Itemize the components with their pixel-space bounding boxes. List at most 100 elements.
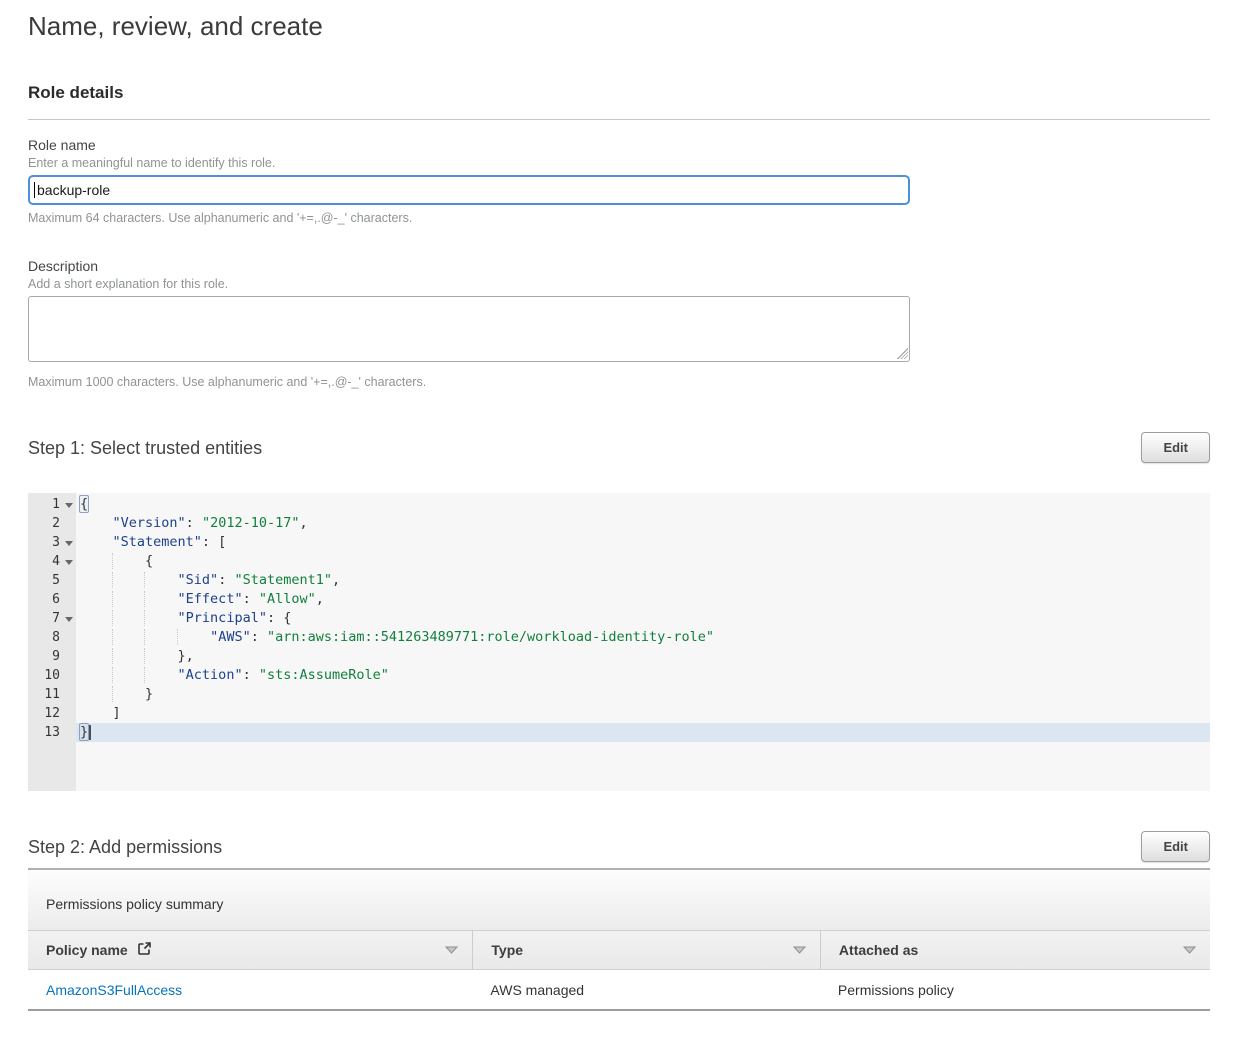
code-token: : <box>218 572 234 588</box>
code-line: "Action": "sts:AssumeRole" <box>76 666 1210 685</box>
role-details-section: Role details Role name Enter a meaningfu… <box>28 82 1210 390</box>
indent-guide <box>144 610 178 626</box>
fold-arrow-icon[interactable] <box>65 560 73 565</box>
role-name-input-wrap <box>28 175 910 205</box>
indent-guide <box>112 667 146 683</box>
step1-edit-button[interactable]: Edit <box>1141 432 1210 463</box>
code-token: "Action" <box>178 667 243 683</box>
code-token: "Effect" <box>178 591 243 607</box>
trust-policy-editor[interactable]: 12345678910111213 { "Version": "2012-10-… <box>28 493 1210 791</box>
code-line: "Statement": [ <box>76 533 1210 552</box>
step2-heading: Step 2: Add permissions <box>28 836 222 858</box>
indent-guide <box>112 648 146 664</box>
code-token: "2012-10-17" <box>202 515 300 531</box>
resize-handle-icon[interactable] <box>897 348 908 359</box>
code-token: : <box>186 515 202 531</box>
description-help: Add a short explanation for this role. <box>28 277 1210 292</box>
indent <box>80 667 113 683</box>
line-number: 6 <box>28 590 76 609</box>
code-line: } <box>76 723 1210 742</box>
line-number-text: 6 <box>52 592 60 607</box>
line-number: 4 <box>28 552 76 571</box>
code-line: "AWS": "arn:aws:iam::541263489771:role/w… <box>76 628 1210 647</box>
code-token: "Statement1" <box>234 572 332 588</box>
indent-guide <box>144 591 178 607</box>
column-header-policy-name: Policy name <box>28 931 472 969</box>
code-token: } <box>145 686 153 702</box>
code-token: : { <box>267 610 291 626</box>
permissions-summary-panel: Permissions policy summary <box>28 868 1210 930</box>
line-number-text: 2 <box>52 516 60 531</box>
line-number-text: 1 <box>52 497 60 512</box>
indent-guide <box>112 591 146 607</box>
column-header-attached-as: Attached as <box>820 931 1210 969</box>
code-token: , <box>332 572 340 588</box>
filter-dropdown-icon[interactable] <box>793 946 806 954</box>
indent <box>80 648 113 664</box>
code-line: }, <box>76 647 1210 666</box>
description-label: Description <box>28 258 1210 275</box>
code-token: , <box>299 515 307 531</box>
description-textarea[interactable] <box>28 296 910 362</box>
editor-code[interactable]: { "Version": "2012-10-17", "Statement": … <box>76 493 1210 791</box>
indent-guide <box>112 553 146 569</box>
line-number: 8 <box>28 628 76 647</box>
step2-edit-button[interactable]: Edit <box>1141 831 1210 862</box>
name-review-create-page: Name, review, and create Role details Ro… <box>0 8 1242 1035</box>
indent-guide <box>112 610 146 626</box>
line-number-text: 11 <box>44 687 60 702</box>
indent <box>80 705 113 721</box>
permissions-policy-table: Policy nameTypeAttached as AmazonS3FullA… <box>28 930 1210 1011</box>
code-token: { <box>145 553 153 569</box>
line-number: 11 <box>28 685 76 704</box>
fold-arrow-icon[interactable] <box>65 541 73 546</box>
line-number-text: 3 <box>52 535 60 550</box>
code-token: ] <box>113 705 121 721</box>
code-line: "Principal": { <box>76 609 1210 628</box>
code-token: : <box>251 629 267 645</box>
filter-dropdown-icon[interactable] <box>1183 946 1196 954</box>
line-number-text: 9 <box>52 649 60 664</box>
code-line: ] <box>76 704 1210 723</box>
code-line: { <box>76 552 1210 571</box>
table-body: AmazonS3FullAccess AWS managedPermissions… <box>28 970 1210 1011</box>
policy-name-link[interactable]: AmazonS3FullAccess <box>46 982 182 998</box>
line-number-text: 8 <box>52 630 60 645</box>
permissions-summary-title: Permissions policy summary <box>28 870 1210 912</box>
line-number-text: 10 <box>44 668 60 683</box>
indent <box>80 629 113 645</box>
role-name-constraint: Maximum 64 characters. Use alphanumeric … <box>28 211 1210 226</box>
line-number-text: 4 <box>52 554 60 569</box>
code-token: "Allow" <box>259 591 316 607</box>
line-number: 13 <box>28 723 76 742</box>
column-header-label: Policy name <box>46 942 128 958</box>
indent <box>80 553 113 569</box>
indent-guide <box>112 629 146 645</box>
description-textarea-wrap <box>28 296 910 362</box>
fold-arrow-icon[interactable] <box>65 617 73 622</box>
role-name-input[interactable] <box>28 175 910 205</box>
fold-arrow-icon[interactable] <box>65 503 73 508</box>
line-number: 2 <box>28 514 76 533</box>
description-constraint: Maximum 1000 characters. Use alphanumeri… <box>28 375 1210 390</box>
indent-guide <box>144 629 178 645</box>
code-token: { <box>79 495 89 513</box>
code-token: }, <box>178 648 194 664</box>
code-token: "arn:aws:iam::541263489771:role/workload… <box>267 629 714 645</box>
indent <box>80 515 113 531</box>
code-line: "Sid": "Statement1", <box>76 571 1210 590</box>
table-cell: AWS managed <box>472 970 820 1009</box>
line-number-text: 12 <box>44 706 60 721</box>
line-number-text: 7 <box>52 611 60 626</box>
step1-header: Step 1: Select trusted entities Edit <box>28 432 1210 463</box>
filter-dropdown-icon[interactable] <box>445 946 458 954</box>
role-name-help: Enter a meaningful name to identify this… <box>28 156 1210 171</box>
step2-section: Step 2: Add permissions Edit Permissions… <box>28 831 1210 1011</box>
code-token: : <box>243 667 259 683</box>
indent <box>80 572 113 588</box>
line-number: 12 <box>28 704 76 723</box>
table-cell: Permissions policy <box>820 970 1210 1009</box>
line-number: 9 <box>28 647 76 666</box>
code-token: : [ <box>202 534 226 550</box>
indent-guide <box>177 629 211 645</box>
